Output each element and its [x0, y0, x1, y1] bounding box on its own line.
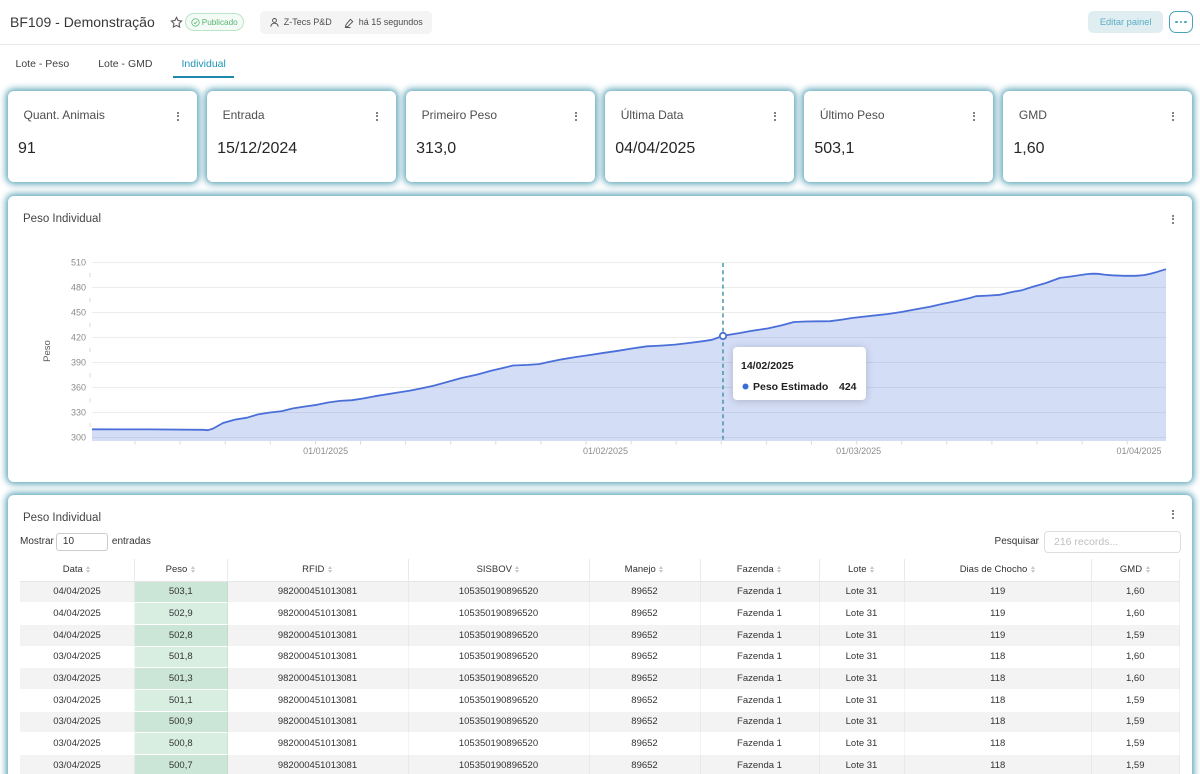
svg-text:360: 360: [71, 382, 86, 392]
svg-text:01/02/2025: 01/02/2025: [583, 446, 628, 456]
svg-text:424: 424: [839, 381, 857, 393]
svg-text:390: 390: [71, 357, 86, 367]
svg-text:01/01/2025: 01/01/2025: [303, 446, 348, 456]
svg-text:510: 510: [71, 257, 86, 267]
svg-text:01/04/2025: 01/04/2025: [1116, 446, 1161, 456]
svg-text:300: 300: [71, 432, 86, 442]
svg-text:330: 330: [71, 407, 86, 417]
svg-text:Peso: Peso: [42, 340, 53, 362]
svg-text:480: 480: [71, 282, 86, 292]
svg-text:14/02/2025: 14/02/2025: [741, 360, 794, 372]
svg-text:01/03/2025: 01/03/2025: [836, 446, 881, 456]
svg-text:Peso Estimado: Peso Estimado: [753, 381, 828, 393]
svg-text:420: 420: [71, 332, 86, 342]
svg-text:450: 450: [71, 307, 86, 317]
